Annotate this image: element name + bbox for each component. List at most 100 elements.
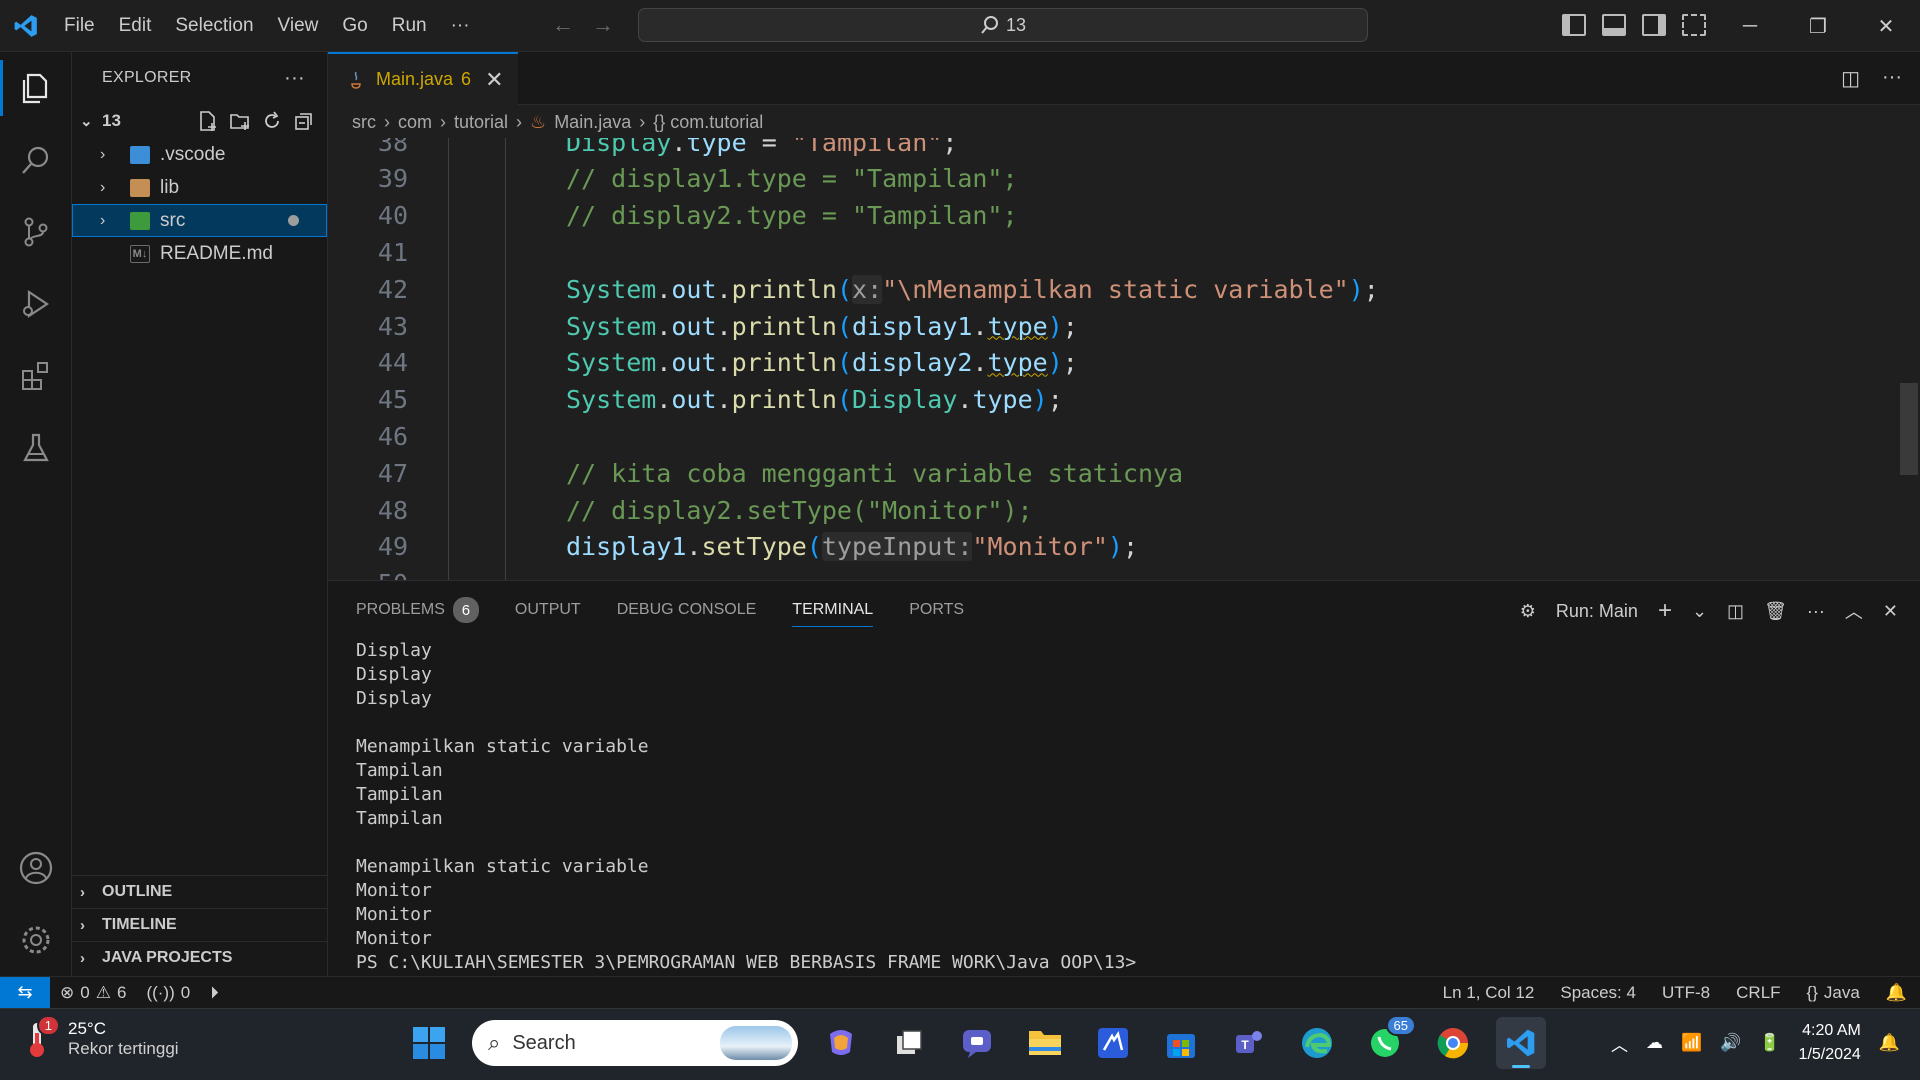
code-line[interactable]: 40 // display2.type = "Tampilan"; [328, 198, 1828, 234]
code-line[interactable]: 43 System.out.println(display1.type); [328, 308, 1828, 344]
collapse-all-icon[interactable] [293, 110, 315, 132]
windows-start-icon[interactable] [404, 1017, 454, 1069]
cursor-position[interactable]: Ln 1, Col 12 [1430, 983, 1548, 1003]
chat-icon[interactable] [952, 1017, 1002, 1069]
battery-icon[interactable]: 🔋 [1759, 1033, 1780, 1053]
problems-status[interactable]: ⊗ 0 ⚠ 6 [50, 983, 136, 1003]
run-status-icon[interactable]: ⏵ [200, 983, 229, 1003]
weather-widget[interactable]: 1 25°C Rekor tertinggi [24, 1015, 179, 1059]
code-line[interactable]: 46 [328, 418, 1828, 454]
code-line[interactable]: 47 // kita coba mengganti variable static… [328, 455, 1828, 491]
tab-terminal[interactable]: TERMINAL [792, 581, 873, 639]
search-sidebar-icon[interactable] [0, 124, 72, 196]
restore-icon[interactable]: ❐ [1784, 0, 1852, 52]
tree-item-readme[interactable]: M↓ README.md [72, 237, 327, 270]
run-debug-icon[interactable] [0, 268, 72, 340]
command-center[interactable]: 13 [638, 8, 1368, 42]
microsoft-store-icon[interactable] [1156, 1017, 1206, 1069]
code-line[interactable]: 39 // display1.type = "Tampilan"; [328, 161, 1828, 197]
forward-arrow-icon[interactable]: → [592, 12, 614, 38]
taskbar-clock[interactable]: 4:20 AM 1/5/2024 [1799, 1019, 1861, 1067]
code-line[interactable]: 45 System.out.println(Display.type); [328, 382, 1828, 418]
breadcrumb-package[interactable]: {} com.tutorial [653, 112, 763, 133]
split-editor-icon[interactable]: ◫ [1841, 66, 1860, 91]
back-arrow-icon[interactable]: ← [552, 12, 574, 38]
panel-more-icon[interactable]: ··· [1807, 601, 1825, 622]
chrome-icon[interactable] [1428, 1017, 1478, 1069]
source-control-icon[interactable] [0, 196, 72, 268]
taskbar-search[interactable]: ⌕ Search [472, 1020, 798, 1066]
vs-studio-icon[interactable] [1088, 1017, 1138, 1069]
tab-ports[interactable]: PORTS [909, 581, 964, 639]
code-line[interactable]: 48 // display2.setType("Monitor"); [328, 492, 1828, 528]
menu-selection[interactable]: Selection [163, 15, 265, 37]
menu-view[interactable]: View [266, 15, 331, 37]
java-projects-section[interactable]: › JAVA PROJECTS [72, 941, 328, 974]
tab-output[interactable]: OUTPUT [515, 581, 581, 639]
breadcrumb-main-java[interactable]: Main.java [554, 112, 631, 133]
workspace-folder[interactable]: ⌄ 13 [72, 104, 327, 138]
new-folder-icon[interactable] [229, 110, 251, 132]
wifi-icon[interactable]: 📶 [1681, 1033, 1702, 1053]
menu-run[interactable]: Run [380, 15, 439, 37]
remote-indicator-icon[interactable]: ⇆ [0, 976, 50, 1009]
new-file-icon[interactable] [197, 110, 219, 132]
timeline-section[interactable]: › TIMELINE [72, 908, 328, 941]
task-view-icon[interactable] [884, 1017, 934, 1069]
new-terminal-icon[interactable]: + [1658, 597, 1672, 625]
code-line[interactable]: 42 System.out.println(x:"\nMenampilkan st… [328, 271, 1828, 307]
maximize-panel-icon[interactable]: ︿ [1845, 598, 1863, 624]
volume-icon[interactable]: 🔊 [1720, 1033, 1741, 1053]
chevron-down-icon[interactable]: ⌄ [1692, 601, 1707, 622]
close-panel-icon[interactable]: ✕ [1883, 601, 1898, 622]
accounts-icon[interactable] [0, 832, 72, 904]
terminal-name[interactable]: Run: Main [1556, 601, 1638, 622]
sidebar-more-button[interactable]: ··· [284, 67, 305, 90]
onedrive-icon[interactable]: ☁ [1646, 1033, 1663, 1053]
code-editor[interactable]: 38 Display.type = "Tampilan"; 39 // display… [328, 138, 1920, 580]
copilot-icon[interactable] [816, 1017, 866, 1069]
notifications-bell-icon[interactable]: 🔔 [1873, 983, 1920, 1003]
code-line[interactable]: 41 [328, 234, 1828, 270]
notification-bell-icon[interactable]: 🔔 [1879, 1033, 1900, 1053]
testing-flask-icon[interactable] [0, 412, 72, 484]
code-line[interactable]: 49 display1.setType(typeInput:"Monitor"); [328, 529, 1828, 565]
whatsapp-icon[interactable]: 65 [1360, 1015, 1416, 1069]
close-tab-icon[interactable]: ✕ [485, 67, 503, 93]
show-hidden-icons-icon[interactable]: ︿ [1611, 1031, 1628, 1056]
tab-debug-console[interactable]: DEBUG CONSOLE [617, 581, 757, 639]
minimize-icon[interactable]: ─ [1716, 0, 1784, 52]
editor-scrollbar[interactable] [1900, 383, 1918, 475]
editor-more-icon[interactable]: ··· [1882, 66, 1902, 91]
toggle-panel-icon[interactable] [1602, 14, 1626, 36]
encoding[interactable]: UTF-8 [1649, 983, 1723, 1003]
language-mode[interactable]: {} Java [1794, 983, 1873, 1003]
menu-edit[interactable]: Edit [107, 15, 164, 37]
tab-main-java[interactable]: Main.java 6 ✕ [328, 52, 518, 105]
code-line[interactable]: 38 Display.type = "Tampilan"; [328, 138, 1828, 160]
file-explorer-icon[interactable] [1020, 1017, 1070, 1069]
ports-status[interactable]: ((·)) 0 [136, 983, 200, 1003]
menu-file[interactable]: File [52, 15, 107, 37]
menu-go[interactable]: Go [330, 15, 379, 37]
close-window-icon[interactable]: ✕ [1852, 0, 1920, 52]
vscode-taskbar-icon[interactable] [1496, 1017, 1546, 1069]
outline-section[interactable]: › OUTLINE [72, 875, 328, 908]
toggle-sidebar-icon[interactable] [1562, 14, 1586, 36]
trash-icon[interactable]: 🗑 [1764, 601, 1787, 622]
code-line[interactable]: 44 System.out.println(display2.type); [328, 345, 1828, 381]
tree-item-src[interactable]: › src [72, 204, 327, 237]
split-terminal-icon[interactable]: ◫ [1727, 601, 1744, 622]
tree-item-lib[interactable]: › lib [72, 171, 327, 204]
customize-layout-icon[interactable] [1682, 14, 1706, 36]
code-line[interactable]: 50 [328, 566, 1828, 580]
end-of-line[interactable]: CRLF [1723, 983, 1793, 1003]
breadcrumb-com[interactable]: com [398, 112, 432, 133]
tab-problems[interactable]: PROBLEMS 6 [356, 581, 479, 639]
toggle-secondary-sidebar-icon[interactable] [1642, 14, 1666, 36]
explorer-icon[interactable] [0, 52, 72, 124]
edge-icon[interactable] [1292, 1017, 1342, 1069]
refresh-icon[interactable] [261, 110, 283, 132]
extensions-icon[interactable] [0, 340, 72, 412]
menu-more[interactable]: ··· [439, 15, 482, 37]
